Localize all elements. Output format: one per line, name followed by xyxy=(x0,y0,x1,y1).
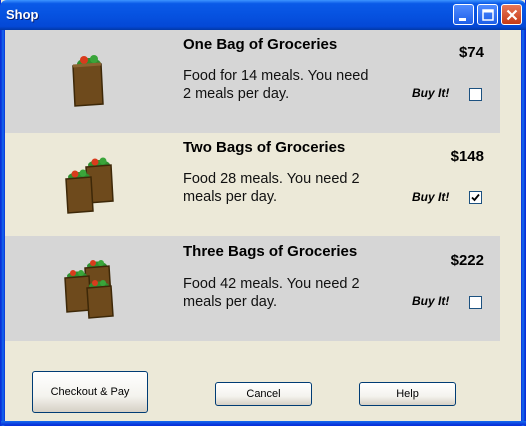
checkmark-icon xyxy=(471,193,480,202)
item-description: Food 42 meals. You need 2 meals per day. xyxy=(183,276,360,310)
window-border-right xyxy=(521,30,525,426)
two-grocery-bags-icon xyxy=(65,157,114,214)
maximize-button[interactable] xyxy=(477,4,498,25)
title-bar[interactable]: Shop xyxy=(0,0,526,30)
item-description: Food for 14 meals. You need 2 meals per … xyxy=(183,68,369,102)
shop-item-2: Two Bags of Groceries $148 Food 28 meals… xyxy=(5,133,500,236)
item-description: Food 28 meals. You need 2 meals per day. xyxy=(183,171,360,205)
grocery-bag-icon xyxy=(72,55,104,107)
buy-it-label: Buy It! xyxy=(412,86,450,100)
cancel-button[interactable]: Cancel xyxy=(215,382,312,406)
item-price: $74 xyxy=(458,44,484,61)
close-icon xyxy=(506,9,518,21)
checkout-pay-button[interactable]: Checkout & Pay xyxy=(32,371,148,413)
buy-checkbox-2[interactable] xyxy=(469,191,482,204)
shop-item-1: One Bag of Groceries $74 Food for 14 mea… xyxy=(5,30,500,133)
window-border-bottom xyxy=(1,421,526,425)
buy-it-label: Buy It! xyxy=(412,190,450,204)
minimize-button[interactable] xyxy=(453,4,474,25)
buy-checkbox-3[interactable] xyxy=(469,296,482,309)
help-button[interactable]: Help xyxy=(359,382,456,406)
window-title: Shop xyxy=(6,7,39,22)
item-price: $222 xyxy=(450,252,484,269)
shop-item-3: Three Bags of Groceries $222 Food 42 mea… xyxy=(5,236,500,341)
buy-checkbox-1[interactable] xyxy=(469,88,482,101)
item-name: One Bag of Groceries xyxy=(183,36,338,53)
buy-it-label: Buy It! xyxy=(412,294,450,308)
item-name: Two Bags of Groceries xyxy=(183,139,346,156)
item-price: $148 xyxy=(450,148,484,165)
minimize-icon xyxy=(459,18,466,21)
three-grocery-bags-icon xyxy=(64,260,114,319)
close-button[interactable] xyxy=(501,4,522,25)
shop-window: Shop One Bag of Groceries $74 Food for 1… xyxy=(0,0,526,426)
maximize-icon xyxy=(482,9,494,21)
item-name: Three Bags of Groceries xyxy=(183,243,358,260)
